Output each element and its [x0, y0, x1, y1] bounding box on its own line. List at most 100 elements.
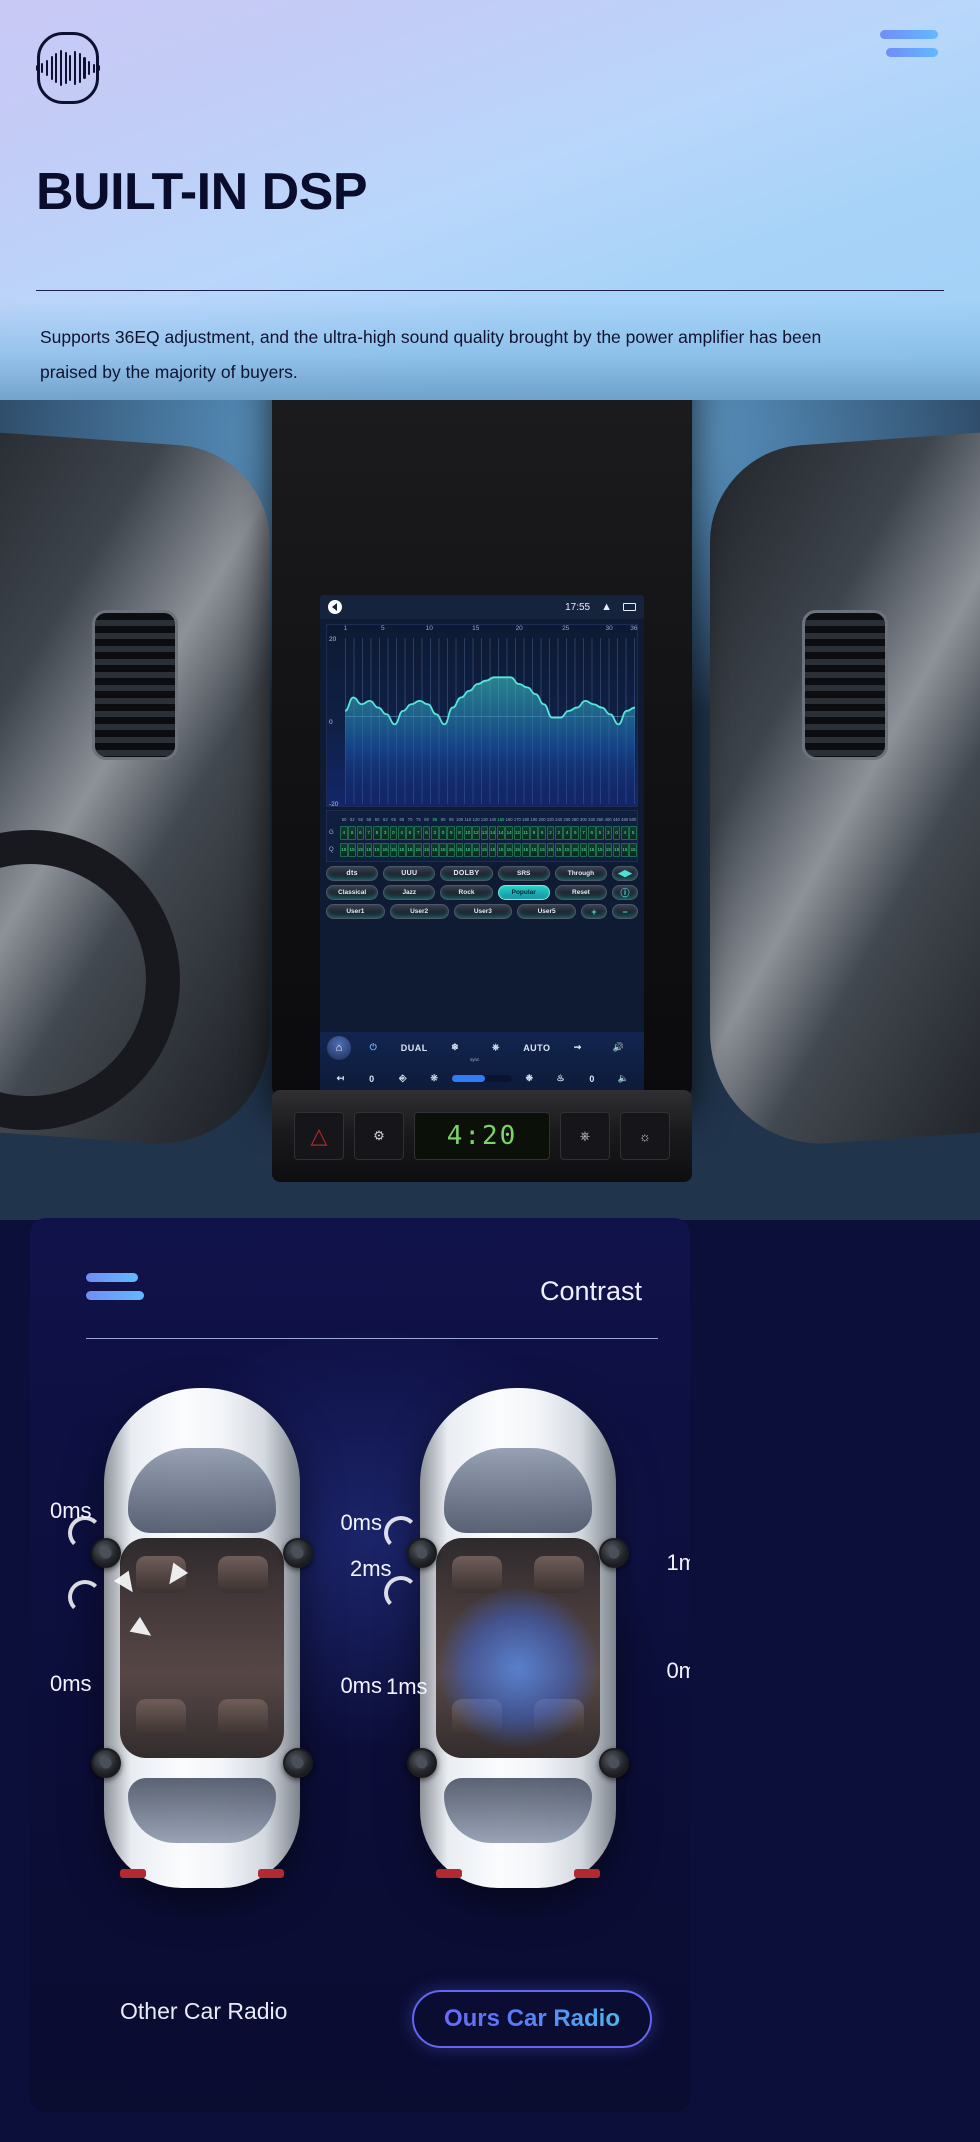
- eq-gain-cell[interactable]: 14: [488, 825, 497, 840]
- eq-gain-cell[interactable]: 13: [480, 825, 489, 840]
- back-arrow-icon[interactable]: ↤: [327, 1073, 354, 1084]
- eq-gain-cell[interactable]: 3: [604, 825, 613, 840]
- snowflake-icon[interactable]: ❄: [437, 1042, 474, 1053]
- eq-q-cell[interactable]: 15: [521, 842, 530, 857]
- eq-gain-cell[interactable]: 4: [563, 825, 571, 840]
- eq-gain-cell[interactable]: 14: [497, 825, 505, 840]
- eq-q-cell[interactable]: 15: [356, 842, 365, 857]
- eq-q-cell[interactable]: 15: [447, 842, 456, 857]
- power-icon[interactable]: ⏻: [355, 1042, 392, 1053]
- eq-q-cell[interactable]: 15: [348, 842, 356, 857]
- eq-q-cell[interactable]: 15: [596, 842, 604, 857]
- eq-gain-cell[interactable]: 10: [463, 825, 472, 840]
- eq-q-cell[interactable]: 15: [629, 842, 637, 857]
- preset-button--[interactable]: −: [612, 904, 638, 919]
- eq-q-cell[interactable]: 15: [455, 842, 464, 857]
- climate-row-top[interactable]: ⌂ ⏻ DUAL ❄ ⎈ AUTO ⇝ 🔊: [320, 1032, 644, 1063]
- seat-icon[interactable]: ⎆: [390, 1073, 417, 1084]
- preset-button-popular[interactable]: Popular: [497, 885, 550, 900]
- eq-q-cell[interactable]: 15: [604, 842, 613, 857]
- physical-hvac-panel[interactable]: △ ⚙ 4:20 ⎈ ☼: [272, 1090, 692, 1182]
- eq-gain-cell[interactable]: 6: [406, 825, 414, 840]
- preset-button-jazz[interactable]: Jazz: [383, 885, 436, 900]
- eq-q-cell[interactable]: 15: [579, 842, 588, 857]
- eq-gain-cell[interactable]: 12: [472, 825, 480, 840]
- window-rect-icon[interactable]: [623, 603, 636, 611]
- preset-button-classical[interactable]: Classical: [326, 885, 379, 900]
- eq-curve-graph[interactable]: 1 5 10 15 20 25 30 36 20 0 -20: [326, 624, 638, 808]
- eq-gain-cells[interactable]: 4 8 6 7 5 3 0 4 6 7 6 3 0 5 8 10 12 13 14 14 14 12 11 9 6 2 2 4 5 7 6 5…: [340, 825, 637, 840]
- eq-gain-cell[interactable]: 6: [587, 825, 596, 840]
- eq-gain-cell[interactable]: 11: [521, 825, 530, 840]
- eq-gain-cell[interactable]: 9: [530, 825, 538, 840]
- eq-q-cell[interactable]: 15: [530, 842, 538, 857]
- eq-q-cell[interactable]: 15: [430, 842, 439, 857]
- hazard-triangle-icon[interactable]: △: [294, 1112, 344, 1160]
- fan-right-icon[interactable]: ❉: [516, 1073, 543, 1084]
- eq-gain-row[interactable]: G 4 8 6 7 5 3 0 4 6 7 6 3 0 5 8 10 12 13 14 14 14 12 11 9 6 2 2 4 5 7…: [329, 825, 637, 841]
- menu-lines-icon[interactable]: [86, 1273, 146, 1309]
- eq-preset-area[interactable]: dts UUU DOLBY SRS Through ◀▶ Classical Jazz Roc…: [326, 866, 639, 919]
- eq-q-cell[interactable]: 15: [439, 842, 447, 857]
- eq-gain-cell[interactable]: 5: [596, 825, 604, 840]
- eq-q-cell[interactable]: 15: [571, 842, 580, 857]
- eq-q-cell[interactable]: 15: [621, 842, 629, 857]
- preset-button-dts[interactable]: dts: [326, 866, 379, 881]
- car-sync-icon[interactable]: ⎈: [478, 1042, 515, 1053]
- eq-q-cell[interactable]: 15: [472, 842, 480, 857]
- eq-q-cell[interactable]: 15: [563, 842, 571, 857]
- eq-q-cell[interactable]: 15: [546, 842, 555, 857]
- airflow-icon[interactable]: ⇝: [559, 1042, 596, 1053]
- preset-button-user1[interactable]: User1: [326, 904, 385, 919]
- preset-button-through[interactable]: Through: [554, 866, 608, 881]
- eq-q-cell[interactable]: 15: [340, 842, 348, 857]
- eq-gain-cell[interactable]: 12: [513, 825, 522, 840]
- eq-gain-cell[interactable]: 6: [538, 825, 547, 840]
- eq-q-cells[interactable]: 15 15 15 15 15 15 15 15 15 15 15 15 15 15 15 15 15 15 15 15…: [340, 842, 637, 857]
- eq-q-cell[interactable]: 15: [513, 842, 522, 857]
- volume-down-icon[interactable]: 🔈: [610, 1073, 637, 1084]
- eq-q-cell[interactable]: 15: [497, 842, 505, 857]
- preset-button-uuu[interactable]: UUU: [383, 866, 436, 881]
- eq-q-cell[interactable]: 15: [612, 842, 621, 857]
- preset-row-2[interactable]: Classical Jazz Rock Popular Reset ⓘ: [326, 885, 639, 900]
- eq-gain-cell[interactable]: 0: [612, 825, 621, 840]
- eq-gain-cell[interactable]: 6: [356, 825, 365, 840]
- eq-gain-cell[interactable]: 7: [414, 825, 423, 840]
- eq-gain-cell[interactable]: 5: [373, 825, 381, 840]
- eq-gain-cell[interactable]: 8: [348, 825, 356, 840]
- eq-q-row[interactable]: Q 15 15 15 15 15 15 15 15 15 15 15 15 15 15 15 15 15 15 15…: [329, 842, 637, 858]
- home-icon[interactable]: ⌂: [327, 1035, 351, 1060]
- preset-button-user3[interactable]: User3: [453, 904, 513, 919]
- preset-button-srs[interactable]: SRS: [497, 866, 550, 881]
- eq-gain-cell[interactable]: 2: [554, 825, 563, 840]
- ours-car-button[interactable]: Ours Car Radio: [411, 1990, 652, 2048]
- eq-gain-cell[interactable]: 4: [621, 825, 629, 840]
- preset-row-3[interactable]: User1 User2 User3 User5 + −: [326, 904, 638, 919]
- eq-gain-cell[interactable]: 3: [381, 825, 389, 840]
- eq-q-cell[interactable]: 15: [397, 842, 406, 857]
- temp-right-value[interactable]: 0: [578, 1074, 605, 1084]
- eq-gain-cell[interactable]: 14: [505, 825, 513, 840]
- preset-button-reset[interactable]: Reset: [554, 885, 608, 900]
- rear-defrost-icon[interactable]: ⚙: [354, 1112, 404, 1160]
- eq-q-cell[interactable]: 15: [480, 842, 489, 857]
- preset-button-speaker-icon[interactable]: ◀▶: [612, 866, 639, 881]
- back-triangle-icon[interactable]: [328, 600, 342, 614]
- volume-up-icon[interactable]: 🔊: [600, 1042, 637, 1053]
- eq-q-cell[interactable]: 15: [422, 842, 431, 857]
- heated-seat-icon[interactable]: ♨: [547, 1073, 574, 1084]
- eq-gain-cell[interactable]: 3: [430, 825, 439, 840]
- eq-gain-cell[interactable]: 0: [389, 825, 398, 840]
- eq-gain-cell[interactable]: 7: [579, 825, 588, 840]
- preset-button-rock[interactable]: Rock: [440, 885, 493, 900]
- eq-q-cell[interactable]: 15: [381, 842, 389, 857]
- eq-q-cell[interactable]: 15: [488, 842, 497, 857]
- auto-label[interactable]: AUTO: [518, 1043, 555, 1053]
- fan-left-icon[interactable]: ❊: [421, 1073, 448, 1084]
- eq-q-cell[interactable]: 15: [364, 842, 373, 857]
- preset-button-user2[interactable]: User2: [389, 904, 449, 919]
- eq-gain-cell[interactable]: 5: [571, 825, 580, 840]
- lamp-icon[interactable]: ☼: [620, 1112, 670, 1160]
- climate-control-bar[interactable]: ⌂ ⏻ DUAL ❄ ⎈ AUTO ⇝ 🔊 sync ↤ 0 ⎆ ❊ ❉ ♨ 0…: [320, 1032, 644, 1095]
